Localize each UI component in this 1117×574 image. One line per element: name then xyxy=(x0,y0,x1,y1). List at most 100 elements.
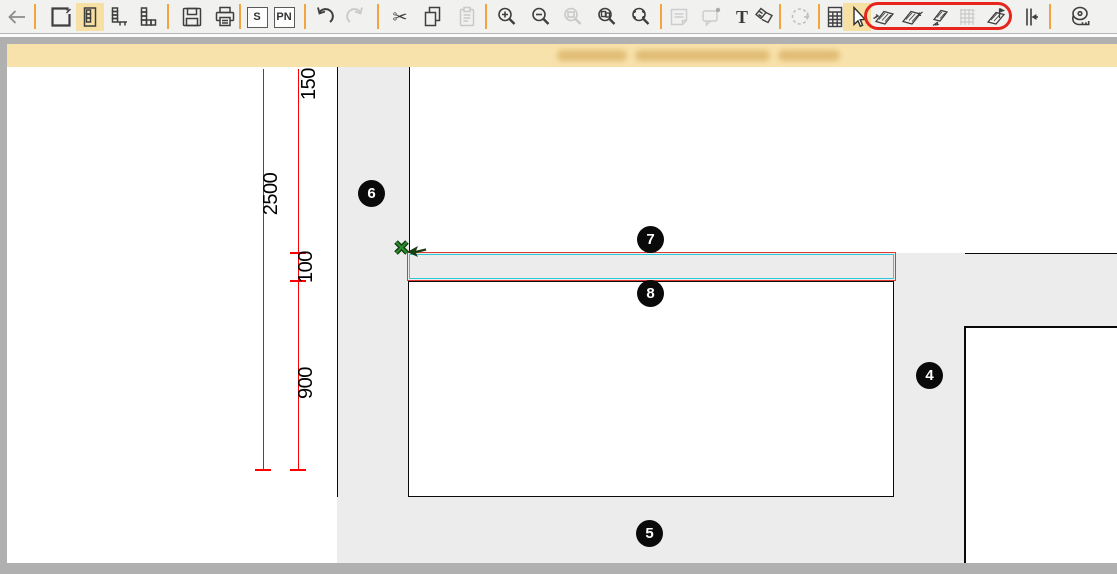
callout-badge: 4 xyxy=(916,362,943,389)
opening-main[interactable] xyxy=(408,281,894,497)
blurred-title-text xyxy=(778,50,840,61)
zoom-window-button[interactable] xyxy=(627,3,655,31)
redo-button[interactable] xyxy=(341,3,369,31)
measure-tape-tool[interactable] xyxy=(1067,3,1095,31)
zoom-in-button[interactable] xyxy=(493,3,521,31)
pn-button-label: PN xyxy=(274,7,295,28)
copy-pages-icon xyxy=(420,4,446,30)
toolbar-separator xyxy=(167,4,169,29)
undo-arrow-icon xyxy=(312,4,338,30)
back-button[interactable] xyxy=(3,3,31,31)
s-button[interactable]: S xyxy=(243,3,271,31)
window-border-top xyxy=(0,37,1117,44)
clipboard-icon xyxy=(454,4,480,30)
measuring-tape-icon xyxy=(1067,4,1095,30)
toolbar-separator xyxy=(818,4,820,29)
comment-button[interactable] xyxy=(697,3,725,31)
note-button[interactable] xyxy=(665,3,693,31)
wall-3d-tool-2[interactable] xyxy=(898,3,926,31)
dashed-circle-icon xyxy=(787,4,813,30)
snap-cursor-arrow-icon xyxy=(406,244,428,259)
undo-button[interactable] xyxy=(311,3,339,31)
magnifier-plus-icon xyxy=(494,4,520,30)
zoom-out-button[interactable] xyxy=(527,3,555,31)
magnifier-pages-icon xyxy=(594,4,620,30)
dimension-label-total: 2500 xyxy=(260,154,284,234)
selected-lintel-accent xyxy=(409,254,894,279)
cut-button[interactable]: ✂ xyxy=(386,3,414,31)
pn-button[interactable]: PN xyxy=(270,3,298,31)
comment-icon xyxy=(698,4,724,30)
zoom-fit-button[interactable] xyxy=(559,3,587,31)
grid-tool[interactable] xyxy=(954,3,982,31)
app-window: S PN ✂ xyxy=(0,0,1117,574)
print-button[interactable] xyxy=(211,3,239,31)
copy-button[interactable] xyxy=(419,3,447,31)
dimension-tick xyxy=(255,469,271,471)
panel-section-icon xyxy=(77,4,103,30)
window-border-bottom xyxy=(0,563,1117,574)
magnifier-window-icon xyxy=(628,4,654,30)
blurred-title-text xyxy=(557,50,627,61)
toolbar: S PN ✂ xyxy=(0,0,1117,34)
parallel-dimension-tool[interactable] xyxy=(1016,3,1044,31)
zoom-pages-button[interactable] xyxy=(593,3,621,31)
blurred-title-text xyxy=(635,50,770,61)
room-outline-icon xyxy=(48,4,74,30)
title-band xyxy=(7,44,1117,67)
corner-section-icon xyxy=(134,4,160,30)
rotate-button[interactable] xyxy=(786,3,814,31)
arrow-left-icon xyxy=(4,4,30,30)
room-secondary-left-edge xyxy=(964,326,966,563)
window-border-left xyxy=(0,44,7,574)
toolbar-separator xyxy=(377,4,379,29)
magnifier-rect-icon xyxy=(560,4,586,30)
wall-3d-icon xyxy=(927,4,953,30)
callout-badge: 8 xyxy=(637,280,664,307)
grid-icon xyxy=(955,4,981,30)
magnifier-minus-icon xyxy=(528,4,554,30)
cursor-arrow-icon xyxy=(844,4,870,30)
wall-3d-tool-3[interactable] xyxy=(926,3,954,31)
select-tool-button[interactable] xyxy=(843,3,871,31)
callout-badge: 6 xyxy=(358,180,385,207)
toolbar-separator xyxy=(1049,4,1051,29)
corner-section-button[interactable] xyxy=(133,3,161,31)
dimension-line-total xyxy=(263,69,264,470)
floppy-icon xyxy=(179,4,205,30)
drawing-canvas[interactable]: 2500 150 100 900 6 7 8 4 5 xyxy=(0,67,1117,563)
toolbar-separator xyxy=(304,4,306,29)
wall-3d-icon xyxy=(871,4,897,30)
wall-3d-icon xyxy=(899,4,925,30)
redo-arrow-icon xyxy=(342,4,368,30)
s-button-label: S xyxy=(247,7,268,28)
toolbar-separator xyxy=(34,4,36,29)
plan-section-button[interactable] xyxy=(104,3,132,31)
wall-3d-tool-1[interactable] xyxy=(870,3,898,31)
section-view-button[interactable] xyxy=(76,3,104,31)
note-icon xyxy=(666,4,692,30)
room-secondary[interactable] xyxy=(966,328,1117,563)
materials-button[interactable] xyxy=(751,3,779,31)
callout-badge: 7 xyxy=(637,226,664,253)
dimension-tick xyxy=(290,469,306,471)
selected-lintel-element[interactable] xyxy=(407,252,896,281)
scissors-icon: ✂ xyxy=(392,8,407,26)
room-outline-view-button[interactable] xyxy=(47,3,75,31)
paste-button[interactable] xyxy=(453,3,481,31)
dimension-label-opening: 900 xyxy=(295,343,319,423)
plan-section-icon xyxy=(105,4,131,30)
printer-icon xyxy=(212,4,238,30)
wall-opening-icon xyxy=(983,4,1009,30)
letter-t-icon: T xyxy=(736,7,748,28)
toolbar-separator xyxy=(485,4,487,29)
dimension-label-lintel: 100 xyxy=(295,227,319,307)
save-button[interactable] xyxy=(178,3,206,31)
toolbar-separator xyxy=(779,4,781,29)
parallel-lines-arrow-icon xyxy=(1017,4,1043,30)
color-chips-icon xyxy=(752,4,778,30)
wall-left[interactable] xyxy=(337,67,410,497)
wall-opening-tool[interactable] xyxy=(982,3,1010,31)
callout-badge: 5 xyxy=(636,520,663,547)
dimension-label-top: 150 xyxy=(298,67,322,124)
